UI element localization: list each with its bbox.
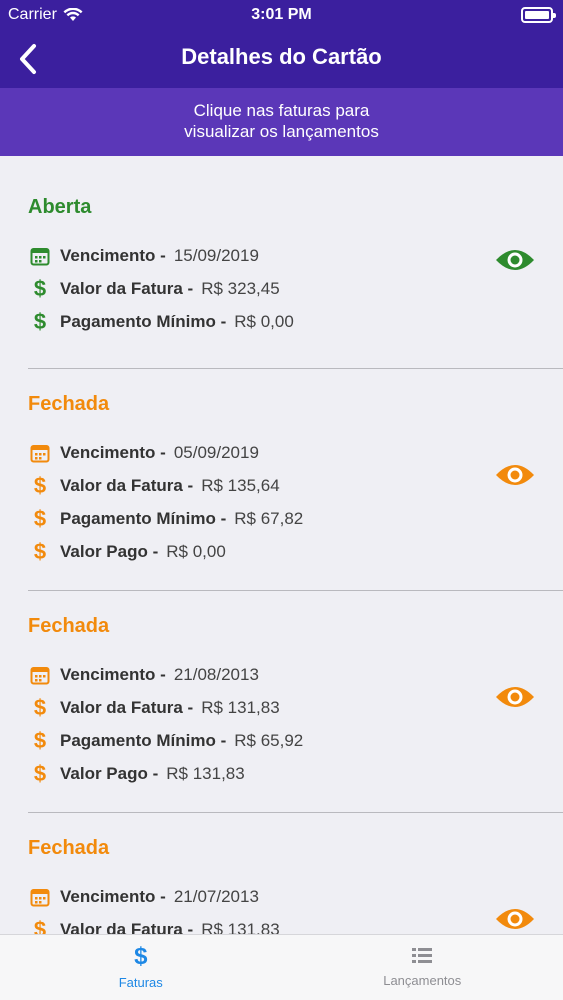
dollar-icon: $	[33, 727, 47, 753]
eye-icon[interactable]	[495, 246, 535, 274]
invoice-amount-label: Valor da Fatura -	[60, 475, 194, 495]
invoice-status: Fechada	[28, 393, 110, 415]
amount-paid-value: R$ 0,00	[166, 541, 226, 561]
eye-icon[interactable]	[495, 905, 535, 933]
calendar-icon	[28, 885, 52, 909]
battery-icon	[521, 7, 556, 23]
invoice-amount-value: R$ 131,83	[201, 697, 280, 717]
minimum-payment-row: $ Pagamento Mínimo - R$ 67,82	[28, 502, 535, 535]
tab-lancamentos[interactable]: Lançamentos	[282, 935, 563, 1000]
due-date-label: Vencimento -	[60, 664, 166, 684]
due-date-label: Vencimento -	[60, 442, 166, 462]
invoice-list: Aberta Vencimento - 15/09/2019 $ Valor d…	[0, 156, 563, 934]
due-date-value: 21/07/2013	[173, 886, 259, 906]
invoice-status: Fechada	[28, 615, 110, 637]
dollar-icon: $	[33, 760, 47, 786]
invoice-card[interactable]: Aberta Vencimento - 15/09/2019 $ Valor d…	[28, 156, 563, 369]
instruction-line-2: visualizar os lançamentos	[184, 122, 379, 141]
due-date-value: 05/09/2019	[173, 442, 259, 462]
minimum-payment-value: R$ 0,00	[234, 311, 294, 331]
minimum-payment-value: R$ 67,82	[234, 508, 304, 528]
list-icon	[412, 948, 433, 963]
due-date-row: Vencimento - 21/08/2013	[28, 658, 535, 691]
eye-icon[interactable]	[495, 683, 535, 711]
calendar-icon	[28, 663, 52, 687]
tab-lancamentos-label: Lançamentos	[383, 973, 462, 988]
invoice-amount-row: $ Valor da Fatura - R$ 323,45	[28, 272, 535, 305]
eye-icon[interactable]	[495, 461, 535, 489]
dollar-icon: $	[33, 472, 47, 498]
dollar-icon: $	[33, 505, 47, 531]
amount-paid-label: Valor Pago -	[60, 541, 159, 561]
amount-paid-row: $ Valor Pago - R$ 131,83	[28, 757, 535, 790]
invoice-amount-row: $ Valor da Fatura - R$ 131,83	[28, 691, 535, 724]
invoice-card[interactable]: Fechada Vencimento - 05/09/2019 $ Valor …	[28, 369, 563, 591]
status-bar: Carrier 3:01 PM	[0, 0, 563, 30]
invoice-card[interactable]: Fechada Vencimento - 21/08/2013 $ Valor …	[28, 591, 563, 813]
minimum-payment-label: Pagamento Mínimo -	[60, 311, 227, 331]
amount-paid-label: Valor Pago -	[60, 763, 159, 783]
invoice-status: Aberta	[28, 196, 92, 218]
dollar-icon: $	[33, 538, 47, 564]
dollar-icon: $	[33, 694, 47, 720]
page-title: Detalhes do Cartão	[181, 44, 382, 69]
dollar-icon: $	[33, 308, 47, 334]
due-date-row: Vencimento - 05/09/2019	[28, 436, 535, 469]
due-date-value: 21/08/2013	[173, 664, 259, 684]
invoice-amount-label: Valor da Fatura -	[60, 697, 194, 717]
invoice-amount-value: R$ 131,83	[201, 919, 280, 935]
due-date-row: Vencimento - 15/09/2019	[28, 239, 535, 272]
invoice-amount-label: Valor da Fatura -	[60, 278, 194, 298]
invoice-card[interactable]: Fechada Vencimento - 21/07/2013 $ Valor …	[28, 813, 563, 934]
invoice-amount-value: R$ 135,64	[201, 475, 280, 495]
minimum-payment-row: $ Pagamento Mínimo - R$ 0,00	[28, 305, 535, 338]
due-date-label: Vencimento -	[60, 886, 166, 906]
minimum-payment-value: R$ 65,92	[234, 730, 304, 750]
minimum-payment-label: Pagamento Mínimo -	[60, 730, 227, 750]
clock: 3:01 PM	[251, 6, 312, 23]
tab-faturas-label: Faturas	[118, 975, 163, 990]
dollar-icon: $	[134, 943, 148, 970]
calendar-icon	[28, 244, 52, 268]
invoice-status: Fechada	[28, 837, 110, 859]
minimum-payment-row: $ Pagamento Mínimo - R$ 65,92	[28, 724, 535, 757]
amount-paid-value: R$ 131,83	[166, 763, 245, 783]
amount-paid-row: $ Valor Pago - R$ 0,00	[28, 535, 535, 568]
navigation-bar: Detalhes do Cartão	[0, 30, 563, 88]
dollar-icon: $	[33, 916, 47, 935]
due-date-value: 15/09/2019	[173, 245, 259, 265]
instruction-line-1: Clique nas faturas para	[193, 101, 370, 120]
tab-bar: $ Faturas Lançamentos	[0, 934, 563, 1000]
due-date-label: Vencimento -	[60, 245, 166, 265]
minimum-payment-label: Pagamento Mínimo -	[60, 508, 227, 528]
instruction-banner: Clique nas faturas para visualizar os la…	[0, 88, 563, 156]
calendar-icon	[28, 441, 52, 465]
invoice-amount-row: $ Valor da Fatura - R$ 135,64	[28, 469, 535, 502]
invoice-amount-label: Valor da Fatura -	[60, 919, 194, 935]
due-date-row: Vencimento - 21/07/2013	[28, 880, 535, 913]
dollar-icon: $	[33, 275, 47, 301]
invoice-amount-row: $ Valor da Fatura - R$ 131,83	[28, 913, 535, 935]
invoice-amount-value: R$ 323,45	[201, 278, 280, 298]
tab-faturas[interactable]: $ Faturas	[0, 935, 282, 1000]
